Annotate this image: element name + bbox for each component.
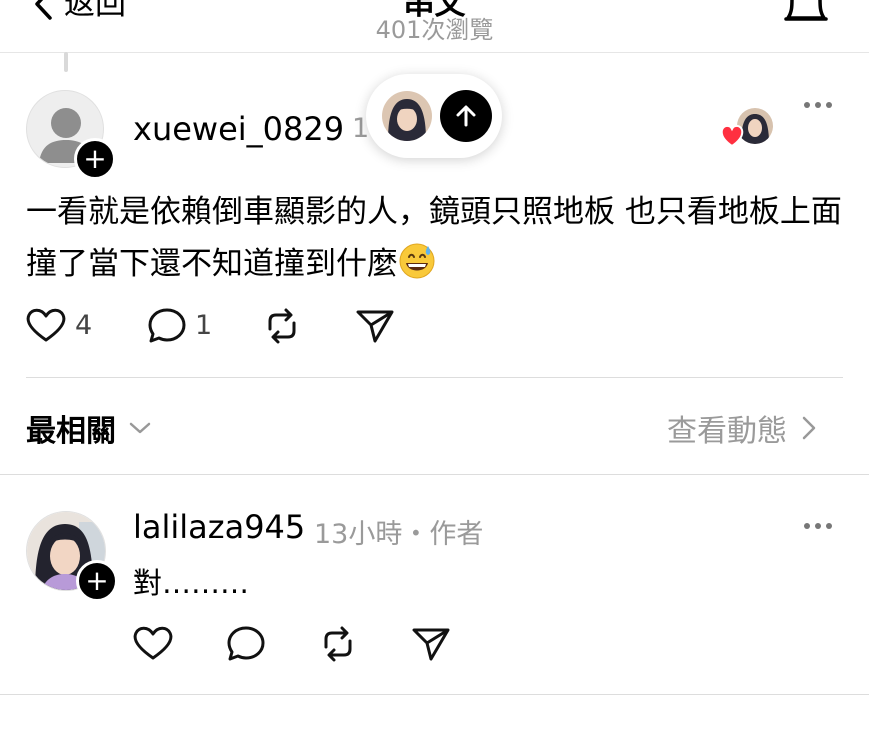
reply-repost-button[interactable] (318, 625, 358, 663)
comment-button[interactable] (147, 307, 187, 345)
share-button[interactable] (355, 307, 395, 345)
reply-share-button[interactable] (411, 625, 451, 663)
comment-icon (147, 307, 187, 345)
view-activity-label: 查看動態 (667, 414, 787, 449)
reply-like-button[interactable] (133, 625, 173, 661)
heart-icon (133, 625, 173, 661)
thread-line (64, 52, 68, 72)
view-count: 401次瀏覽 (375, 16, 494, 44)
repost-icon (318, 625, 358, 663)
send-icon (355, 307, 395, 345)
pill-avatar (382, 91, 432, 141)
heart-icon (26, 307, 66, 343)
reply-comment-button[interactable] (226, 625, 266, 663)
post-body: 一看就是依賴倒車顯影的人，鏡頭只照地板 也只看地板上面撞了當下還不知道撞到什麼 (26, 186, 846, 290)
arrow-up-icon[interactable] (440, 90, 492, 142)
reply-username[interactable]: lalilaza945 (133, 508, 305, 546)
comment-count: 1 (195, 310, 213, 341)
new-posts-pill[interactable] (366, 74, 502, 158)
bell-icon[interactable] (778, 0, 834, 32)
chevron-right-icon (801, 415, 817, 441)
follow-plus-icon[interactable]: + (74, 138, 116, 180)
sort-dropdown[interactable]: 最相關 (26, 406, 152, 450)
top-bar: 返回 串文 401次瀏覽 (0, 0, 869, 53)
sort-label: 最相關 (26, 414, 116, 449)
view-activity-link[interactable]: 查看動態 (667, 406, 817, 450)
repost-icon (262, 307, 302, 345)
comment-icon (226, 625, 266, 663)
post-username[interactable]: xuewei_0829 (133, 110, 344, 148)
grinning-sweat-emoji (398, 242, 436, 280)
more-dots-icon[interactable] (804, 102, 832, 108)
divider (0, 474, 869, 475)
follow-plus-icon[interactable]: + (76, 560, 118, 602)
repost-button[interactable] (262, 307, 302, 345)
more-dots-icon[interactable] (804, 523, 832, 529)
divider (0, 694, 869, 695)
like-button[interactable] (26, 307, 66, 343)
reply-text: 對……… (133, 566, 250, 600)
divider (26, 377, 843, 378)
reply-meta: 13小時・作者 (314, 519, 484, 550)
heart-badge-icon (719, 124, 745, 148)
like-count: 4 (75, 310, 93, 341)
chevron-down-icon (128, 420, 152, 436)
send-icon (411, 625, 451, 663)
